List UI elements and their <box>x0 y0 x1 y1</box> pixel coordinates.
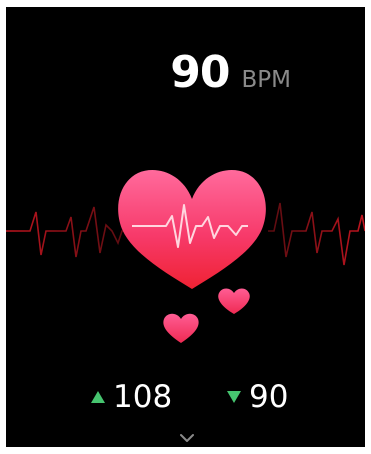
watch-screen: 90 BPM 108 90 <box>6 7 365 447</box>
triangle-up-icon <box>91 391 105 403</box>
ecg-trace-right <box>268 202 365 266</box>
max-heart-rate: 108 <box>91 379 172 415</box>
heart-icon <box>118 170 266 289</box>
min-heart-rate-value: 90 <box>249 379 289 415</box>
ecg-trace-left <box>6 206 126 258</box>
small-heart-icon <box>163 313 199 343</box>
heart-animation <box>6 170 365 343</box>
triangle-down-icon <box>227 391 241 403</box>
min-heart-rate: 90 <box>227 379 288 415</box>
chevron-down-icon[interactable] <box>180 433 194 443</box>
small-heart-icon <box>218 288 250 314</box>
max-heart-rate-value: 108 <box>113 379 173 415</box>
